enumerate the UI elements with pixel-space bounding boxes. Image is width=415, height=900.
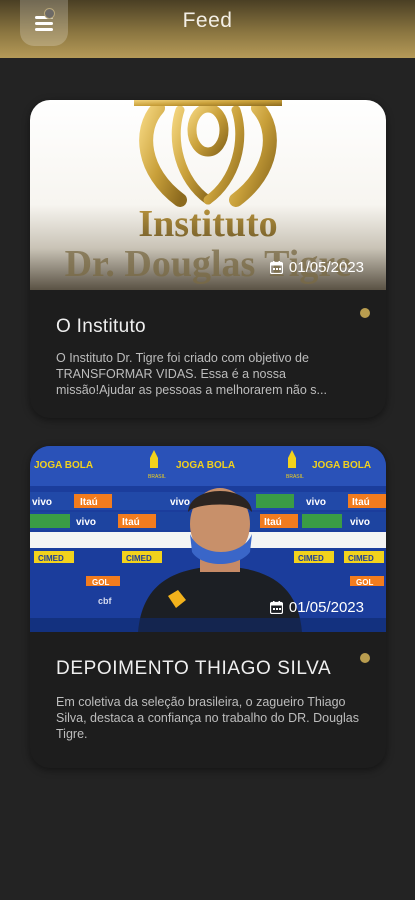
- svg-text:Itaú: Itaú: [352, 497, 370, 508]
- unread-indicator: [360, 653, 370, 663]
- svg-text:BRASIL: BRASIL: [286, 474, 304, 480]
- svg-text:GOL: GOL: [356, 578, 373, 587]
- svg-text:Instituto: Instituto: [138, 203, 277, 245]
- unread-indicator: [360, 308, 370, 318]
- svg-text:JOGA BOLA: JOGA BOLA: [34, 460, 93, 471]
- svg-text:Itaú: Itaú: [80, 497, 98, 508]
- date-text: 01/05/2023: [288, 599, 364, 616]
- svg-text:vivo: vivo: [32, 497, 52, 508]
- svg-text:vivo: vivo: [350, 517, 370, 528]
- svg-text:vivo: vivo: [170, 497, 190, 508]
- svg-text:vivo: vivo: [76, 517, 96, 528]
- page-title: Feed: [182, 9, 233, 32]
- feed-card[interactable]: Instituto Dr. Douglas Tigre 01/05/2023 O…: [30, 100, 386, 418]
- svg-text:cbf: cbf: [98, 596, 113, 606]
- card-description: Em coletiva da seleção brasileira, o zag…: [56, 695, 359, 741]
- svg-text:CIMED: CIMED: [38, 554, 64, 563]
- date-text: 01/05/2023: [288, 259, 364, 276]
- calendar-icon: [269, 261, 283, 274]
- feed-card[interactable]: JOGA BOLA JOGA BOLA JOGA BOLA BRASIL BRA…: [30, 446, 386, 768]
- card-image: Instituto Dr. Douglas Tigre 01/05/2023: [30, 100, 386, 290]
- svg-text:CIMED: CIMED: [126, 554, 152, 563]
- card-image: JOGA BOLA JOGA BOLA JOGA BOLA BRASIL BRA…: [30, 446, 386, 632]
- svg-text:Itaú: Itaú: [122, 517, 140, 528]
- svg-text:BRASIL: BRASIL: [148, 474, 166, 480]
- svg-text:vivo: vivo: [306, 497, 326, 508]
- card-title: O Instituto: [56, 316, 146, 337]
- svg-text:GOL: GOL: [92, 578, 109, 587]
- svg-text:CIMED: CIMED: [348, 554, 374, 563]
- card-description: O Instituto Dr. Tigre foi criado com obj…: [56, 351, 327, 397]
- card-title: DEPOIMENTO THIAGO SILVA: [56, 658, 332, 679]
- svg-text:CIMED: CIMED: [298, 554, 324, 563]
- svg-text:JOGA BOLA: JOGA BOLA: [176, 460, 235, 471]
- calendar-icon: [269, 601, 283, 614]
- svg-text:Itaú: Itaú: [264, 517, 282, 528]
- svg-text:JOGA BOLA: JOGA BOLA: [312, 460, 371, 471]
- card-date: 01/05/2023: [269, 599, 364, 616]
- card-date: 01/05/2023: [269, 259, 364, 276]
- top-app-bar: Feed: [0, 0, 415, 58]
